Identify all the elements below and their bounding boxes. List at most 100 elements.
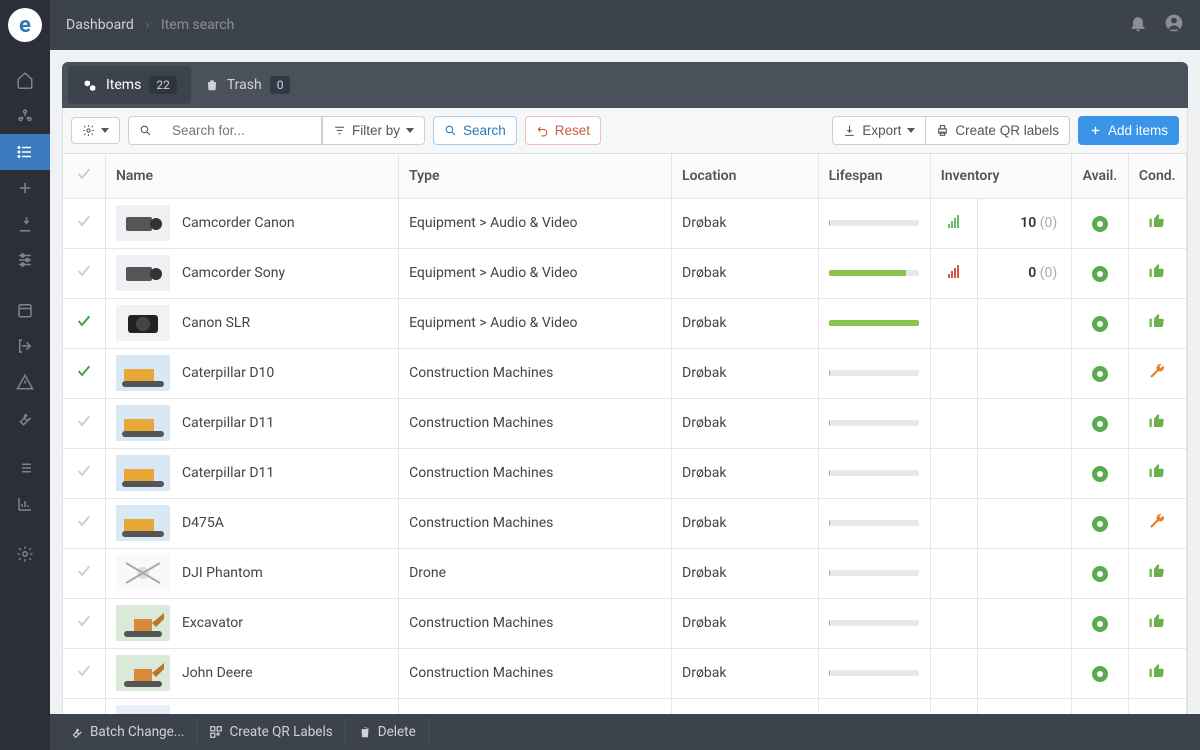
nav-home-icon[interactable] <box>0 62 50 98</box>
item-location: Drøbak <box>672 348 819 398</box>
table-row[interactable]: Caterpillar D10Construction MachinesDrøb… <box>63 348 1187 398</box>
table-row[interactable]: John DeereConstruction MachinesDrøbak <box>63 648 1187 698</box>
download-icon <box>843 124 856 137</box>
table-row[interactable]: ExcavatorConstruction MachinesDrøbak <box>63 598 1187 648</box>
settings-dropdown[interactable] <box>71 117 120 144</box>
avail-dot-icon <box>1092 216 1108 232</box>
col-name[interactable]: Name <box>105 154 398 198</box>
item-name: Caterpillar D10 <box>182 365 274 381</box>
breadcrumb-root[interactable]: Dashboard <box>66 17 134 33</box>
item-location: Drøbak <box>672 448 819 498</box>
col-location[interactable]: Location <box>672 154 819 198</box>
row-check[interactable] <box>63 548 105 598</box>
row-check[interactable] <box>63 298 105 348</box>
tab-trash[interactable]: Trash 0 <box>191 66 305 104</box>
row-check[interactable] <box>63 598 105 648</box>
nav-settings-icon[interactable] <box>0 536 50 572</box>
batch-change-button[interactable]: Batch Change... <box>58 718 197 746</box>
row-check[interactable] <box>63 498 105 548</box>
search-button[interactable]: Search <box>433 116 517 145</box>
qr-labels-button[interactable]: Create QR labels <box>926 116 1070 145</box>
qr-label: Create QR labels <box>955 123 1059 138</box>
item-type: Construction Machines <box>399 648 672 698</box>
item-inventory <box>977 598 1071 648</box>
item-thumbnail <box>116 355 170 391</box>
nav-chart-icon[interactable] <box>0 486 50 522</box>
nav-import-icon[interactable] <box>0 206 50 242</box>
chevron-right-icon: › <box>145 17 149 33</box>
item-location: Drøbak <box>672 198 819 248</box>
col-cond[interactable]: Cond. <box>1128 154 1186 198</box>
col-lifespan[interactable]: Lifespan <box>818 154 930 198</box>
row-check[interactable] <box>63 198 105 248</box>
filter-label: Filter by <box>352 123 400 138</box>
item-inventory <box>977 298 1071 348</box>
search-input[interactable] <box>162 116 322 145</box>
nav-alert-icon[interactable] <box>0 364 50 400</box>
col-check[interactable] <box>63 154 105 198</box>
table-row[interactable]: D475AConstruction MachinesDrøbak <box>63 498 1187 548</box>
item-name: John Deere <box>182 665 253 681</box>
search-icon-btn[interactable] <box>128 116 162 145</box>
col-inventory[interactable]: Inventory <box>930 154 1072 198</box>
logo[interactable]: e <box>8 8 42 42</box>
col-avail[interactable]: Avail. <box>1072 154 1128 198</box>
add-items-button[interactable]: Add items <box>1078 116 1179 145</box>
gear-icon <box>82 124 95 137</box>
row-check[interactable] <box>63 648 105 698</box>
item-name: Camcorder Canon <box>182 215 295 231</box>
nav-sliders-icon[interactable] <box>0 242 50 278</box>
thumbs-up-icon <box>1148 662 1166 680</box>
export-button[interactable]: Export <box>832 116 926 145</box>
plus-icon <box>1089 124 1102 137</box>
reset-label: Reset <box>555 123 590 138</box>
tab-items[interactable]: Items 22 <box>68 66 191 104</box>
nav-logout-icon[interactable] <box>0 328 50 364</box>
bell-icon[interactable] <box>1128 13 1148 37</box>
nav-calendar-icon[interactable] <box>0 292 50 328</box>
item-inventory <box>977 498 1071 548</box>
item-thumbnail <box>116 655 170 691</box>
item-cond <box>1128 198 1186 248</box>
row-check[interactable] <box>63 448 105 498</box>
filter-icon <box>333 124 346 137</box>
avail-dot-icon <box>1092 266 1108 282</box>
item-name: Excavator <box>182 615 243 631</box>
table-row[interactable]: Caterpillar D11Construction MachinesDrøb… <box>63 448 1187 498</box>
table-row[interactable]: Camcorder CanonEquipment > Audio & Video… <box>63 198 1187 248</box>
row-check[interactable] <box>63 348 105 398</box>
item-avail <box>1072 198 1128 248</box>
reset-button[interactable]: Reset <box>525 116 601 145</box>
row-check[interactable] <box>63 248 105 298</box>
avail-dot-icon <box>1092 366 1108 382</box>
filter-button[interactable]: Filter by <box>322 116 425 145</box>
avatar-icon[interactable] <box>1164 13 1184 37</box>
delete-button[interactable]: Delete <box>346 718 429 746</box>
nav-add-icon[interactable] <box>0 170 50 206</box>
item-name: D475A <box>182 515 224 531</box>
item-signal <box>930 398 977 448</box>
item-signal <box>930 498 977 548</box>
item-name: Caterpillar D11 <box>182 465 274 481</box>
item-thumbnail <box>116 405 170 441</box>
toolbar: Filter by Search Reset Export <box>62 108 1188 154</box>
nav-module-icon[interactable] <box>0 98 50 134</box>
table-row[interactable]: DJI PhantomDroneDrøbak <box>63 548 1187 598</box>
table-row[interactable]: Camcorder SonyEquipment > Audio & VideoD… <box>63 248 1187 298</box>
item-signal <box>930 348 977 398</box>
export-label: Export <box>862 123 901 138</box>
nav-list2-icon[interactable] <box>0 450 50 486</box>
item-avail <box>1072 448 1128 498</box>
nav-list-icon[interactable] <box>0 134 50 170</box>
item-lifespan <box>818 298 930 348</box>
nav-wrench-icon[interactable] <box>0 400 50 436</box>
col-type[interactable]: Type <box>399 154 672 198</box>
item-signal <box>930 298 977 348</box>
row-check[interactable] <box>63 398 105 448</box>
item-cond <box>1128 298 1186 348</box>
footer-qr-button[interactable]: Create QR Labels <box>197 718 345 746</box>
item-avail <box>1072 248 1128 298</box>
item-thumbnail <box>116 305 170 341</box>
table-row[interactable]: Caterpillar D11Construction MachinesDrøb… <box>63 398 1187 448</box>
table-row[interactable]: Canon SLREquipment > Audio & VideoDrøbak <box>63 298 1187 348</box>
